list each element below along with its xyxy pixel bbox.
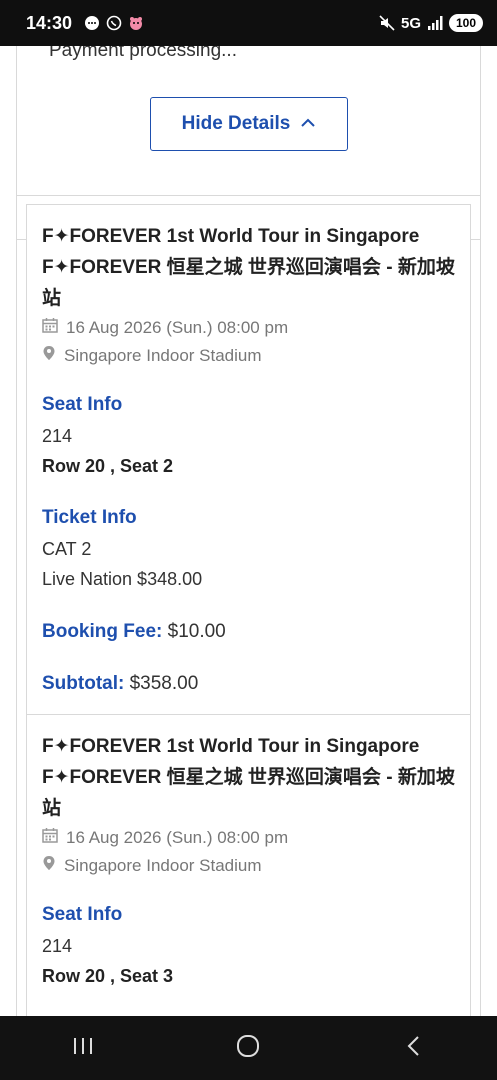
- event-date-text: 16 Aug 2026 (Sun.) 08:00 pm: [66, 827, 289, 847]
- order-details-content[interactable]: Payment processing... Hide Details F✦FOR…: [0, 46, 497, 1016]
- event-title-cn: F✦FOREVER 恒星之城 世界巡回演唱会 - 新加坡站: [42, 257, 455, 309]
- network-type: 5G: [400, 14, 421, 32]
- signal-icon: [427, 15, 443, 31]
- seat-section: 214: [42, 426, 73, 446]
- location-pin-icon: [42, 345, 56, 366]
- status-bar-left: 14:30: [26, 13, 144, 34]
- event-date-text: 16 Aug 2026 (Sun.) 08:00 pm: [66, 317, 289, 337]
- status-time: 14:30: [26, 12, 73, 33]
- recents-icon: [71, 1036, 95, 1061]
- ticket-card: F✦FOREVER 1st World Tour in Singapore F✦…: [26, 714, 471, 1016]
- event-title-cn: F✦FOREVER 恒星之城 世界巡回演唱会 - 新加坡站: [42, 767, 455, 819]
- recents-button[interactable]: [53, 1028, 113, 1068]
- calendar-icon: [42, 317, 58, 338]
- ticket-card: F✦FOREVER 1st World Tour in Singapore F✦…: [26, 204, 471, 715]
- status-bar-right: 5G 100: [379, 14, 483, 32]
- home-icon: [236, 1034, 260, 1063]
- message-icon: [84, 15, 100, 31]
- row-seat: Row 20 , Seat 2: [42, 456, 174, 476]
- subtotal-label: Subtotal:: [42, 673, 125, 694]
- mute-icon: [379, 15, 395, 31]
- ticket-title: F✦FOREVER 1st World Tour in Singapore F✦…: [42, 731, 462, 824]
- event-venue-text: Singapore Indoor Stadium: [64, 345, 262, 365]
- event-title-en: F✦FOREVER 1st World Tour in Singapore: [42, 226, 420, 247]
- subtotal-row: Subtotal: $358.00: [42, 673, 198, 695]
- ticket-info-label: Ticket Info: [42, 507, 137, 528]
- booking-fee-label: Booking Fee:: [42, 621, 163, 642]
- hide-details-label: Hide Details: [181, 113, 291, 134]
- seat-section: 214: [42, 936, 73, 956]
- location-pin-icon: [42, 855, 56, 876]
- navigation-bar: [0, 1016, 497, 1080]
- whatsapp-icon: [106, 15, 122, 31]
- seat-info-label: Seat Info: [42, 394, 123, 415]
- back-button[interactable]: [384, 1028, 444, 1068]
- hide-details-button[interactable]: Hide Details: [150, 97, 348, 151]
- payment-status: Payment processing...: [49, 46, 237, 61]
- subtotal-amount: $358.00: [129, 673, 199, 694]
- ticket-category: CAT 2: [42, 539, 92, 559]
- home-button[interactable]: [218, 1028, 278, 1068]
- booking-fee-row: Booking Fee: $10.00: [42, 621, 226, 643]
- chevron-up-icon: [300, 113, 316, 135]
- battery-indicator: 100: [449, 14, 483, 32]
- event-venue: Singapore Indoor Stadium: [42, 345, 262, 366]
- row-seat: Row 20 , Seat 3: [42, 966, 174, 986]
- ticket-price: Live Nation $348.00: [42, 569, 203, 589]
- calendar-icon: [42, 827, 58, 848]
- ticket-title: F✦FOREVER 1st World Tour in Singapore F✦…: [42, 221, 462, 314]
- seat-info-label: Seat Info: [42, 904, 123, 925]
- app-notification-icon: [128, 15, 144, 31]
- event-title-en: F✦FOREVER 1st World Tour in Singapore: [42, 736, 420, 757]
- event-venue-text: Singapore Indoor Stadium: [64, 855, 262, 875]
- event-date: 16 Aug 2026 (Sun.) 08:00 pm: [42, 827, 288, 848]
- back-icon: [406, 1034, 422, 1063]
- status-bar: 14:30 5G 100: [0, 0, 497, 46]
- event-date: 16 Aug 2026 (Sun.) 08:00 pm: [42, 317, 288, 338]
- event-venue: Singapore Indoor Stadium: [42, 855, 262, 876]
- booking-fee-amount: $10.00: [167, 621, 226, 642]
